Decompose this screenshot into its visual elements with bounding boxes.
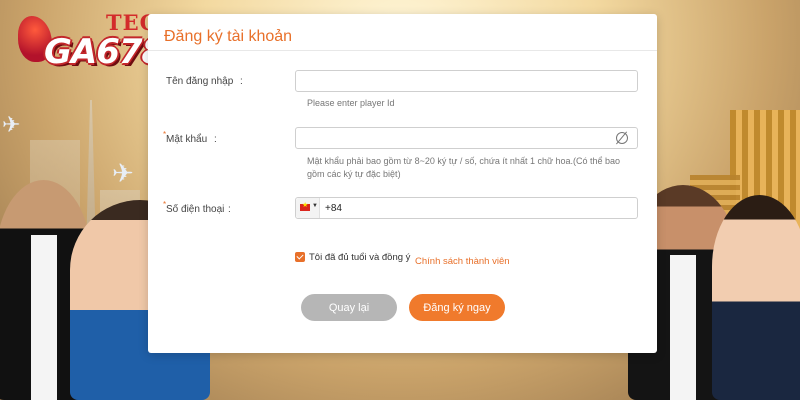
divider (148, 50, 657, 51)
dial-code: +84 (325, 203, 342, 214)
username-input[interactable] (295, 70, 638, 92)
phone-input[interactable]: ▼ +84 (295, 197, 638, 219)
username-hint: Please enter player Id (307, 98, 395, 108)
member-policy-link[interactable]: Chính sách thành viên (415, 256, 510, 267)
panel-title: Đăng ký tài khoản (164, 28, 293, 45)
agree-text: Tôi đã đủ tuổi và đồng ý (309, 252, 411, 263)
back-button[interactable]: Quay lại (301, 294, 397, 321)
country-code-selector[interactable]: ▼ (296, 198, 320, 218)
vietnam-flag-icon (300, 201, 310, 211)
model-woman-right (712, 195, 800, 400)
phone-label: * Số điện thoại : (163, 200, 231, 215)
password-hint: Mật khẩu phải bao gồm từ 8~20 ký tự / số… (307, 156, 621, 179)
airplane-icon: ✈ (112, 158, 134, 188)
agree-checkbox[interactable] (295, 252, 305, 262)
password-input[interactable] (295, 127, 638, 149)
eye-hidden-icon[interactable] (616, 132, 628, 144)
airplane-icon: ✈ (2, 112, 21, 137)
register-button[interactable]: Đăng ký ngay (409, 294, 505, 321)
password-label: * Mật khẩu : (163, 130, 217, 145)
username-label: Tên đăng nhập : (166, 76, 243, 87)
register-panel: Đăng ký tài khoản Tên đăng nhập : Please… (148, 14, 657, 353)
caret-down-icon: ▼ (312, 203, 318, 209)
